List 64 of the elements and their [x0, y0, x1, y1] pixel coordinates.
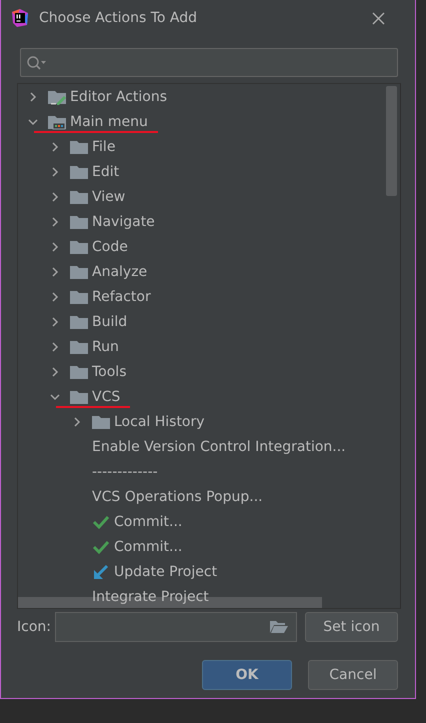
chevron-icon[interactable]	[50, 342, 60, 352]
folder-icon	[70, 188, 89, 204]
set-icon-button[interactable]: Set icon	[305, 612, 398, 642]
tree-item[interactable]: Editor Actions	[70, 88, 168, 104]
folder-icon	[70, 214, 89, 230]
tree-item[interactable]: Update Project	[114, 564, 218, 580]
search-icon	[26, 54, 48, 70]
folder-icon	[92, 414, 111, 430]
chevron-icon[interactable]	[50, 216, 60, 226]
separator-item[interactable]: -------------	[92, 464, 158, 480]
folder-icon	[70, 288, 89, 304]
tree-item[interactable]: Analyze	[92, 264, 148, 280]
checkmark-icon	[92, 538, 111, 554]
chevron-icon[interactable]	[50, 192, 60, 202]
folder-icon	[48, 114, 67, 130]
chevron-icon[interactable]	[28, 92, 38, 102]
folder-icon	[70, 364, 89, 380]
chevron-icon[interactable]	[28, 116, 38, 126]
tree-item[interactable]: View	[92, 188, 126, 204]
tree-item[interactable]: Tools	[92, 364, 126, 380]
tree-item[interactable]: Code	[92, 238, 128, 254]
app-logo-icon	[11, 9, 29, 27]
field-label: Icon:	[17, 618, 52, 634]
ok-button[interactable]: OK	[202, 660, 292, 690]
folder-icon	[70, 138, 89, 154]
chevron-icon[interactable]	[50, 366, 60, 376]
chevron-icon[interactable]	[50, 142, 60, 152]
folder-icon[interactable]	[270, 620, 288, 634]
close-icon[interactable]	[372, 12, 385, 24]
arrow-icon	[92, 564, 111, 580]
tree-item[interactable]: Integrate Project	[92, 588, 209, 604]
tree-item[interactable]: File	[92, 138, 116, 154]
cancel-button[interactable]: Cancel	[308, 660, 398, 690]
window-title: Choose Actions To Add	[39, 10, 198, 26]
tree-item[interactable]: Edit	[92, 164, 120, 180]
folder-icon	[70, 164, 89, 180]
folder-icon	[70, 238, 89, 254]
tree-item[interactable]: Main menu	[70, 114, 148, 130]
checkmark-icon	[92, 514, 111, 530]
chevron-icon[interactable]	[50, 316, 60, 326]
tree-item[interactable]: Navigate	[92, 214, 155, 230]
chevron-icon[interactable]	[50, 292, 60, 302]
icon-path-field[interactable]	[55, 612, 297, 642]
tree-item[interactable]: VCS	[92, 388, 120, 404]
search-field[interactable]	[20, 48, 398, 77]
tree-item[interactable]: Run	[92, 338, 119, 354]
chevron-icon[interactable]	[50, 166, 60, 176]
chevron-icon[interactable]	[72, 416, 82, 426]
folder-icon	[70, 264, 89, 280]
tree-item[interactable]: Commit...	[114, 514, 182, 530]
chevron-icon[interactable]	[50, 242, 60, 252]
folder-icon	[70, 314, 89, 330]
folder-icon	[70, 338, 89, 354]
folder-icon	[48, 88, 67, 104]
tree-item[interactable]: Local History	[114, 414, 205, 430]
chevron-icon[interactable]	[50, 392, 60, 402]
tree-item[interactable]: Refactor	[92, 288, 151, 304]
tree-item[interactable]: Build	[92, 314, 128, 330]
folder-icon	[70, 388, 89, 404]
chevron-icon[interactable]	[50, 266, 60, 276]
tree-item[interactable]: Commit...	[114, 538, 182, 554]
tree-item[interactable]: Enable Version Control Integration...	[92, 438, 346, 454]
tree-item[interactable]: VCS Operations Popup...	[92, 488, 263, 504]
scrollbar[interactable]	[386, 86, 397, 196]
